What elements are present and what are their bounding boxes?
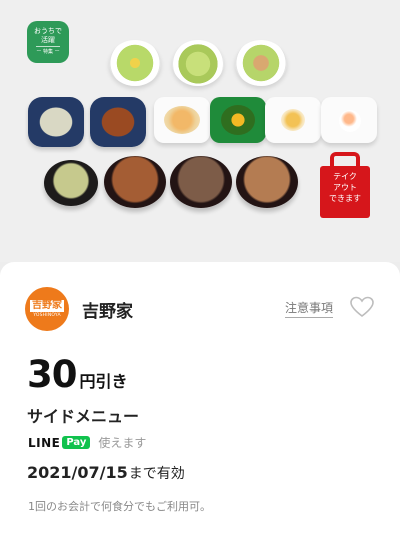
salad-bowl-chicken <box>235 40 287 86</box>
coupon-card: 吉野家 YOSHINOYA 吉野家 注意事項 30 円引き サイドメニュー LI… <box>0 262 400 556</box>
store-logo: 吉野家 YOSHINOYA <box>25 287 69 331</box>
line-pay-usable-text: 使えます <box>98 436 147 450</box>
discount-value: 30 <box>27 353 77 396</box>
validity-period: 2021/07/15 まで有効 <box>27 463 185 483</box>
takeout-label-line3: できます <box>329 194 361 203</box>
valid-suffix: まで有効 <box>128 466 185 482</box>
coupon-footnote: 1回のお会計で何食分でもご利用可。 <box>28 500 211 513</box>
store-logo-kanji: 吉野家 <box>30 300 64 312</box>
stew-bowl <box>170 156 232 208</box>
feature-badge: おうちで 活躍 ー 特集 ー <box>27 21 69 63</box>
feature-badge-line1: おうちで <box>34 27 62 35</box>
line-pay-badge: LINE Pay 使えます <box>28 434 146 451</box>
notes-link[interactable]: 注意事項 <box>285 299 334 318</box>
salad-bowl-tofu <box>172 40 224 86</box>
takeout-bag-icon: テイク アウト できます <box>320 152 370 218</box>
pay-logo-text: Pay <box>62 436 91 449</box>
discount-amount: 30 円引き <box>27 355 128 395</box>
coupon-hero-image: おうちで 活躍 ー 特集 ー テイク アウト できます <box>0 0 400 262</box>
side-bowl-cabbage <box>28 97 84 147</box>
salad-bowl-corn <box>109 40 161 86</box>
feature-badge-line2: 活躍 <box>41 36 55 44</box>
beef-soup-bowl <box>236 156 298 208</box>
side-dish-egg <box>265 97 321 143</box>
discount-unit: 円引き <box>79 372 128 391</box>
miso-soup-bowl <box>44 160 98 206</box>
valid-date: 2021/07/15 <box>27 463 128 482</box>
feature-badge-line3: ー 特集 ー <box>36 46 60 57</box>
side-bowl-kimchi <box>90 97 146 147</box>
takeout-label-line1: テイク <box>333 172 357 181</box>
side-dish-okra <box>210 97 266 143</box>
heart-icon[interactable] <box>350 296 374 318</box>
tonjiru-bowl <box>104 156 166 208</box>
store-logo-roman: YOSHINOYA <box>33 313 61 318</box>
takeout-label-line2: アウト <box>333 183 357 192</box>
line-logo-text: LINE <box>28 435 61 450</box>
side-dish-soft-egg <box>321 97 377 143</box>
side-dish-pickles <box>154 97 210 143</box>
store-name: 吉野家 <box>82 302 133 322</box>
coupon-item-name: サイドメニュー <box>27 407 140 426</box>
